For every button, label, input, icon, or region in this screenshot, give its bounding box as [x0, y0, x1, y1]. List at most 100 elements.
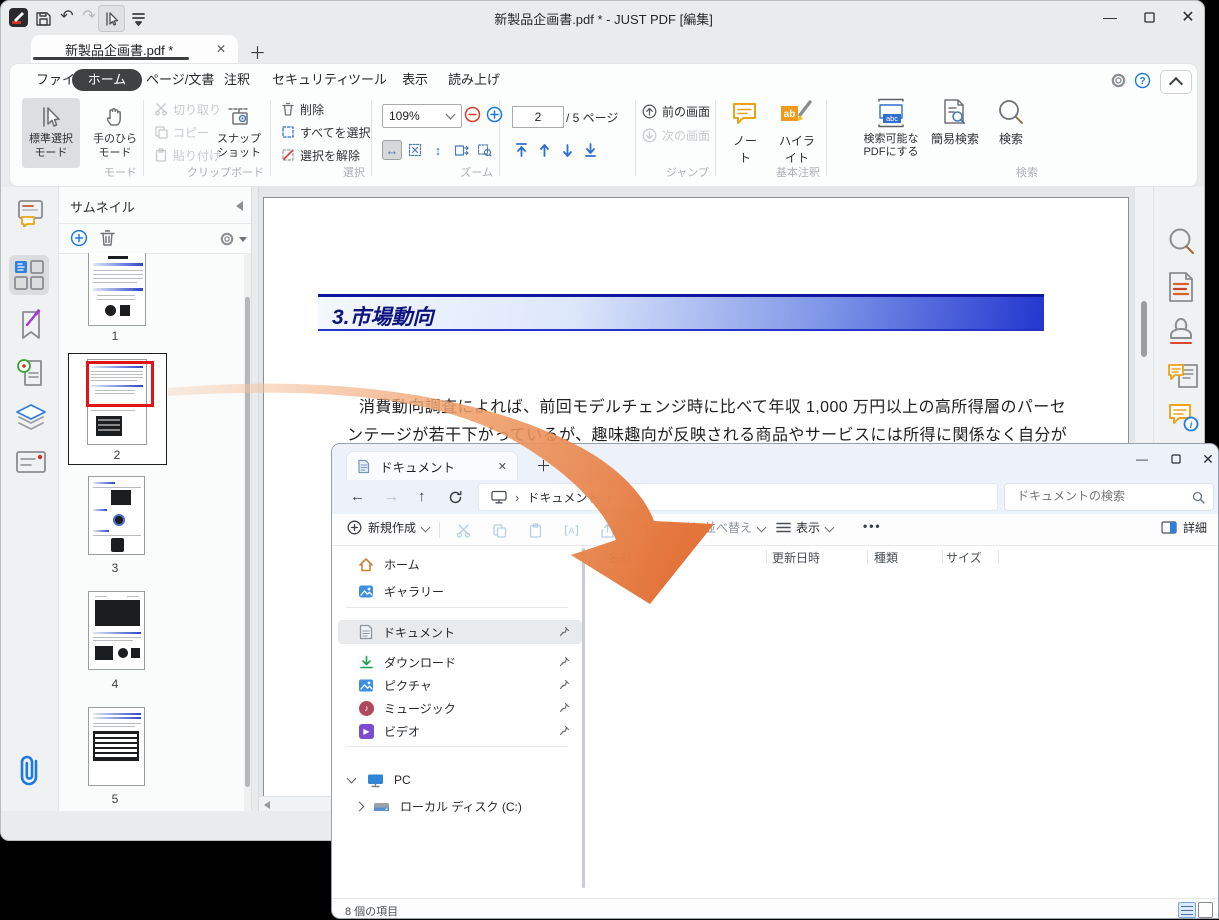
panel-splitter[interactable] — [251, 187, 259, 811]
first-page-button[interactable] — [514, 142, 529, 158]
minimize-button[interactable]: — — [1130, 450, 1154, 468]
collapse-panel-icon[interactable] — [236, 201, 243, 211]
zoom-level-combobox[interactable]: 109% — [382, 104, 462, 128]
delete-button[interactable]: 削除 — [281, 100, 324, 118]
sidebar-item-pc[interactable]: PC — [338, 768, 582, 792]
maximize-button[interactable] — [1164, 450, 1188, 468]
chevron-right-icon[interactable] — [354, 801, 365, 811]
summary-panel-icon[interactable] — [1167, 271, 1195, 303]
explorer-tab[interactable]: ドキュメント ✕ — [346, 451, 518, 480]
menu-read-aloud[interactable]: 読み上げ — [442, 69, 506, 91]
sidebar-item-music[interactable]: ♪ ミュージック — [338, 696, 582, 720]
next-page-button[interactable] — [560, 142, 575, 158]
page-total-label: / 5 ページ — [566, 111, 619, 125]
tab-close-icon[interactable]: ✕ — [498, 460, 507, 473]
column-header-modified[interactable]: 更新日時 — [772, 549, 820, 566]
view-button[interactable]: 表示 — [776, 519, 835, 536]
snapshot-button[interactable]: スナップ ショット — [210, 98, 268, 168]
breadcrumb-folder[interactable]: ドキュメント — [527, 489, 599, 506]
search-input[interactable] — [1015, 488, 1189, 504]
refresh-icon[interactable] — [448, 490, 463, 505]
destination-panel-icon[interactable] — [15, 357, 47, 389]
fit-visible-button[interactable] — [451, 140, 471, 160]
highlight-button[interactable]: ab ハイライト — [774, 100, 820, 166]
thumbnail-page-3[interactable] — [88, 476, 145, 555]
more-options-button[interactable]: ••• — [863, 519, 882, 533]
fields-panel-icon[interactable] — [15, 449, 47, 475]
menu-view[interactable]: 表示 — [396, 69, 434, 91]
page-number-input[interactable] — [512, 106, 564, 128]
new-item-button[interactable]: 新規作成 — [347, 519, 431, 536]
fit-page-button[interactable] — [405, 140, 425, 160]
details-view-toggle[interactable] — [1178, 902, 1196, 918]
thumbnail-panel-toggle-active[interactable] — [9, 255, 49, 295]
new-tab-button[interactable]: ＋ — [536, 455, 551, 476]
make-searchable-pdf-button[interactable]: abc 検索可能な PDFにする — [857, 98, 925, 159]
thumbnail-page-2-selected[interactable]: 2 — [68, 353, 167, 465]
chevron-down-icon[interactable] — [346, 773, 357, 783]
sidebar-item-videos[interactable]: ▶ ビデオ — [338, 719, 582, 743]
new-tab-button[interactable]: ＋ — [249, 39, 266, 64]
marquee-zoom-button[interactable] — [474, 140, 494, 160]
sidebar-item-downloads[interactable]: ダウンロード — [338, 650, 582, 674]
zoom-in-button[interactable] — [486, 106, 503, 123]
sidebar-item-documents[interactable]: ドキュメント — [338, 620, 582, 644]
column-header-size[interactable]: サイズ — [946, 549, 982, 566]
column-header-name[interactable]: 名前 — [608, 549, 632, 566]
thumbnail-page-5[interactable] — [88, 707, 145, 786]
sort-button[interactable]: 並べ替え — [684, 519, 767, 536]
collapse-ribbon-button[interactable] — [1160, 70, 1192, 94]
sidebar-scrollbar[interactable] — [582, 548, 585, 888]
fit-width-button[interactable]: ↔ — [382, 140, 402, 160]
details-pane-button[interactable]: 詳細 — [1161, 519, 1207, 536]
help-icon[interactable]: ? — [1134, 72, 1151, 89]
comments-list-panel-icon[interactable] — [1167, 359, 1199, 391]
delete-page-button[interactable] — [99, 229, 116, 247]
minimize-button[interactable]: — — [1097, 7, 1123, 27]
explorer-search-box[interactable] — [1004, 483, 1214, 511]
previous-view-button[interactable]: 前の画面 — [642, 102, 710, 120]
menu-home[interactable]: ホーム — [72, 69, 142, 91]
thumbnail-scrollbar[interactable] — [244, 253, 251, 811]
zoom-out-button[interactable] — [464, 106, 481, 123]
last-page-button[interactable] — [583, 142, 598, 158]
previous-page-button[interactable] — [537, 142, 552, 158]
fit-height-button[interactable]: ↕ — [428, 140, 448, 160]
quick-search-button[interactable]: 簡易検索 — [927, 98, 983, 147]
maximize-button[interactable] — [1136, 7, 1162, 27]
add-page-button[interactable] — [70, 229, 88, 247]
note-button[interactable]: ノート — [728, 100, 762, 166]
close-button[interactable]: ✕ — [1175, 7, 1201, 27]
thumbnail-page-1[interactable] — [88, 253, 146, 326]
select-all-button[interactable]: すべてを選択 — [281, 123, 370, 141]
search-button[interactable]: 検索 — [989, 98, 1033, 147]
comment-panel-icon[interactable] — [15, 197, 45, 227]
settings-gear-icon[interactable] — [1110, 72, 1127, 89]
menu-tools[interactable]: ツール — [342, 69, 393, 91]
sidebar-item-pictures[interactable]: ピクチャ — [338, 673, 582, 697]
address-breadcrumb[interactable]: › ドキュメント › — [478, 483, 998, 511]
column-header-type[interactable]: 種類 — [874, 549, 898, 566]
panel-options-button[interactable] — [219, 231, 247, 247]
standard-select-mode-button[interactable]: 標準選択 モード — [22, 98, 80, 168]
scroll-left-icon[interactable] — [264, 801, 270, 809]
thumbnail-page-4[interactable] — [88, 591, 145, 670]
up-icon[interactable]: ↑ — [418, 488, 426, 505]
sidebar-item-local-disk[interactable]: ローカル ディスク (C:) — [338, 794, 582, 818]
back-icon[interactable]: ← — [350, 488, 365, 505]
sidebar-item-home[interactable]: ホーム — [338, 552, 582, 576]
deselect-button[interactable]: 選択を解除 — [281, 146, 360, 164]
hand-mode-button[interactable]: 手のひら モード — [86, 98, 144, 168]
large-icons-view-toggle[interactable] — [1198, 902, 1213, 918]
annotation-info-panel-icon[interactable]: i — [1167, 401, 1199, 433]
tab-close-icon[interactable]: ✕ — [216, 42, 226, 56]
bookmark-panel-icon[interactable] — [15, 309, 45, 341]
stamp-panel-icon[interactable] — [1167, 315, 1195, 347]
menu-page-document[interactable]: ページ/文書 — [140, 69, 220, 91]
search-panel-icon[interactable] — [1167, 227, 1197, 257]
close-button[interactable]: ✕ — [1196, 450, 1218, 468]
layers-panel-icon[interactable] — [15, 403, 47, 435]
attachments-panel-icon[interactable] — [17, 753, 43, 789]
sidebar-item-gallery[interactable]: ギャラリー — [338, 579, 582, 603]
menu-annotation[interactable]: 注釈 — [218, 69, 256, 91]
